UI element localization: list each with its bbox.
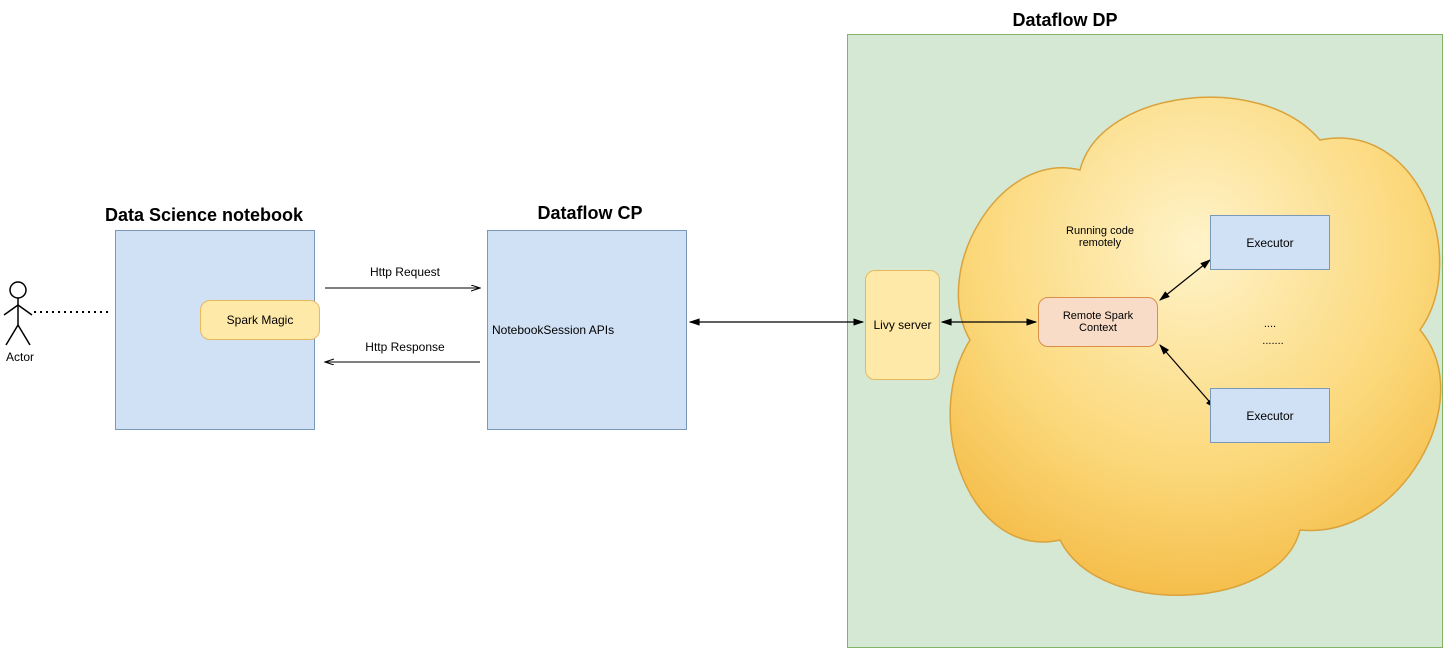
http-request-label: Http Request xyxy=(355,265,455,279)
dots2-label: ....... xyxy=(1248,335,1298,347)
http-response-label: Http Response xyxy=(350,340,460,354)
remote-spark-context-box: Remote Spark Context xyxy=(1038,297,1158,347)
notebook-session-apis-label: NotebookSession APIs xyxy=(492,323,614,337)
dataflow-cp-heading: Dataflow CP xyxy=(500,203,680,224)
executor2-box: Executor xyxy=(1210,388,1330,443)
cloud-shape xyxy=(950,97,1440,595)
running-remotely-label: Running code remotely xyxy=(1045,225,1155,249)
executor1-box: Executor xyxy=(1210,215,1330,270)
dots1-label: .... xyxy=(1250,318,1290,330)
actor-icon xyxy=(4,282,32,345)
livy-server-box: Livy server xyxy=(865,270,940,380)
notebook-heading: Data Science notebook xyxy=(105,205,335,226)
actor-label: Actor xyxy=(0,350,40,364)
dataflow-cp-box: NotebookSession APIs xyxy=(487,230,687,430)
spark-magic-box: Spark Magic xyxy=(200,300,320,340)
